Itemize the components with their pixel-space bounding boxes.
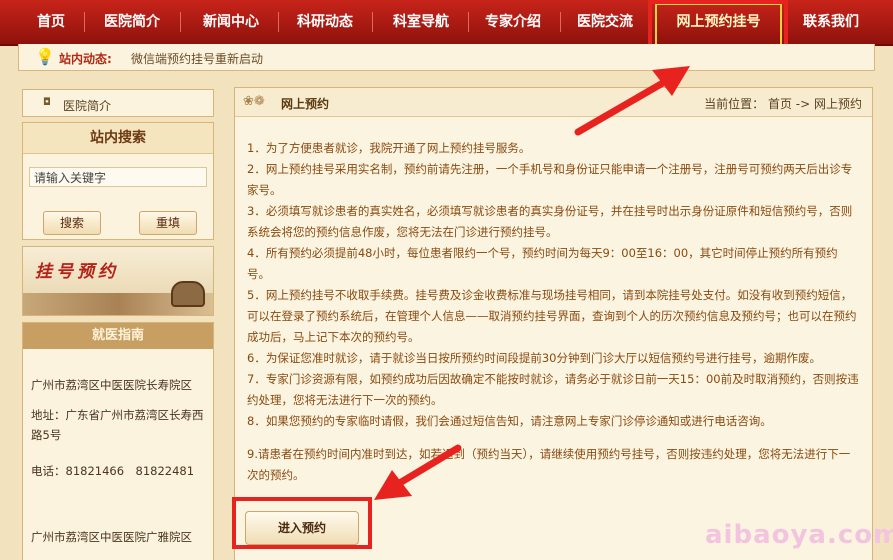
guide-panel: 就医指南 广州市荔湾区中医医院长寿院区 地址：广东省广州市荔湾区长寿西路5号 电… [22, 322, 214, 560]
nav-exchange[interactable]: 医院交流 [562, 0, 648, 44]
banner-title: 挂号预约 [35, 262, 119, 282]
rule-item: 8．如果您预约的专家临时请假，我们会通过短信告知，请注意网上专家门诊停诊通知或进… [247, 414, 772, 428]
watermark: aibaoya.com [705, 520, 893, 550]
reset-button[interactable]: 重填 [139, 211, 197, 235]
main-header: ❀❁ 网上预约 当前位置： 首页 -> 网上预约 [235, 88, 872, 117]
search-title: 站内搜索 [23, 123, 213, 154]
nav-hospital-intro[interactable]: 医院简介 [92, 0, 172, 44]
guide-line: 广州市荔湾区中医医院长寿院区 [31, 378, 192, 392]
sidebar-intro[interactable]: ◘ 医院简介 [22, 89, 214, 117]
rules-body: 1．为了方便患者就诊，我院开通了网上预约挂号服务。 2．网上预约挂号采用实名制，… [247, 138, 859, 486]
guide-line: 电话：81821466 81822481 [31, 464, 195, 478]
swirl-icon: ❀❁ [243, 94, 265, 109]
sidebar-intro-label: 医院简介 [63, 99, 112, 113]
rule-item: 5．网上预约挂号不收取手续费。挂号费及诊金收费标准与现场挂号相同，请到本院挂号处… [247, 288, 857, 344]
nav-experts[interactable]: 专家介绍 [470, 0, 556, 44]
rule-item: 2．网上预约挂号采用实名制，预约前请先注册，一个手机号和身份证只能申请一个注册号… [247, 162, 853, 197]
page-title: 网上预约 [281, 97, 330, 111]
nav-news[interactable]: 新闻中心 [186, 0, 276, 44]
rule-item: 7．专家门诊资源有限，如预约成功后因故确定不能按时就诊，请务必于就诊日前一天15… [247, 372, 859, 407]
bulb-icon: 💡 [35, 47, 55, 66]
main-panel: ❀❁ 网上预约 当前位置： 首页 -> 网上预约 1．为了方便患者就诊，我院开通… [234, 87, 873, 560]
site-search-panel: 站内搜索 搜索 重填 [22, 122, 214, 240]
search-button[interactable]: 搜索 [43, 211, 101, 235]
cart-icon [171, 281, 205, 307]
nav-research[interactable]: 科研动态 [280, 0, 370, 44]
appointment-banner[interactable]: 挂号预约 [22, 246, 214, 316]
nav-contact[interactable]: 联系我们 [788, 0, 874, 44]
nav-home[interactable]: 首页 [20, 0, 82, 44]
breadcrumb: 当前位置： 首页 -> 网上预约 [704, 97, 862, 111]
rule-item: 6．为保证您准时就诊，请于就诊当日按所预约时间段提前30分钟到门诊大厅以短信预约… [247, 351, 821, 365]
search-input[interactable] [29, 167, 207, 187]
rule-item: 1．为了方便患者就诊，我院开通了网上预约挂号服务。 [247, 141, 531, 155]
news-text[interactable]: 微信端预约挂号重新启动 [131, 50, 263, 67]
highlight-box-bottom [232, 497, 372, 549]
late-note: 9.请患者在预约时间内准时到达，如若迟到（预约当天），请继续使用预约号挂号，否则… [247, 447, 851, 482]
news-label: 站内动态: [59, 52, 112, 66]
arrow-right-icon: ◘ [43, 97, 51, 108]
guide-title: 就医指南 [23, 323, 213, 349]
news-bar: 💡 站内动态: 微信端预约挂号重新启动 [18, 44, 875, 71]
guide-line: 地址：广东省广州市荔湾区长寿西路5号 [31, 408, 204, 442]
rule-item: 3．必须填写就诊患者的真实姓名，必须填写就诊患者的真实身份证号，并在挂号时出示身… [247, 204, 853, 239]
rule-item: 4．所有预约必须提前48小时，每位患者限约一个号，预约时间为每天9：00至16：… [247, 246, 838, 281]
guide-line: 广州市荔湾区中医医院广雅院区 [31, 530, 192, 544]
nav-departments[interactable]: 科室导航 [376, 0, 466, 44]
